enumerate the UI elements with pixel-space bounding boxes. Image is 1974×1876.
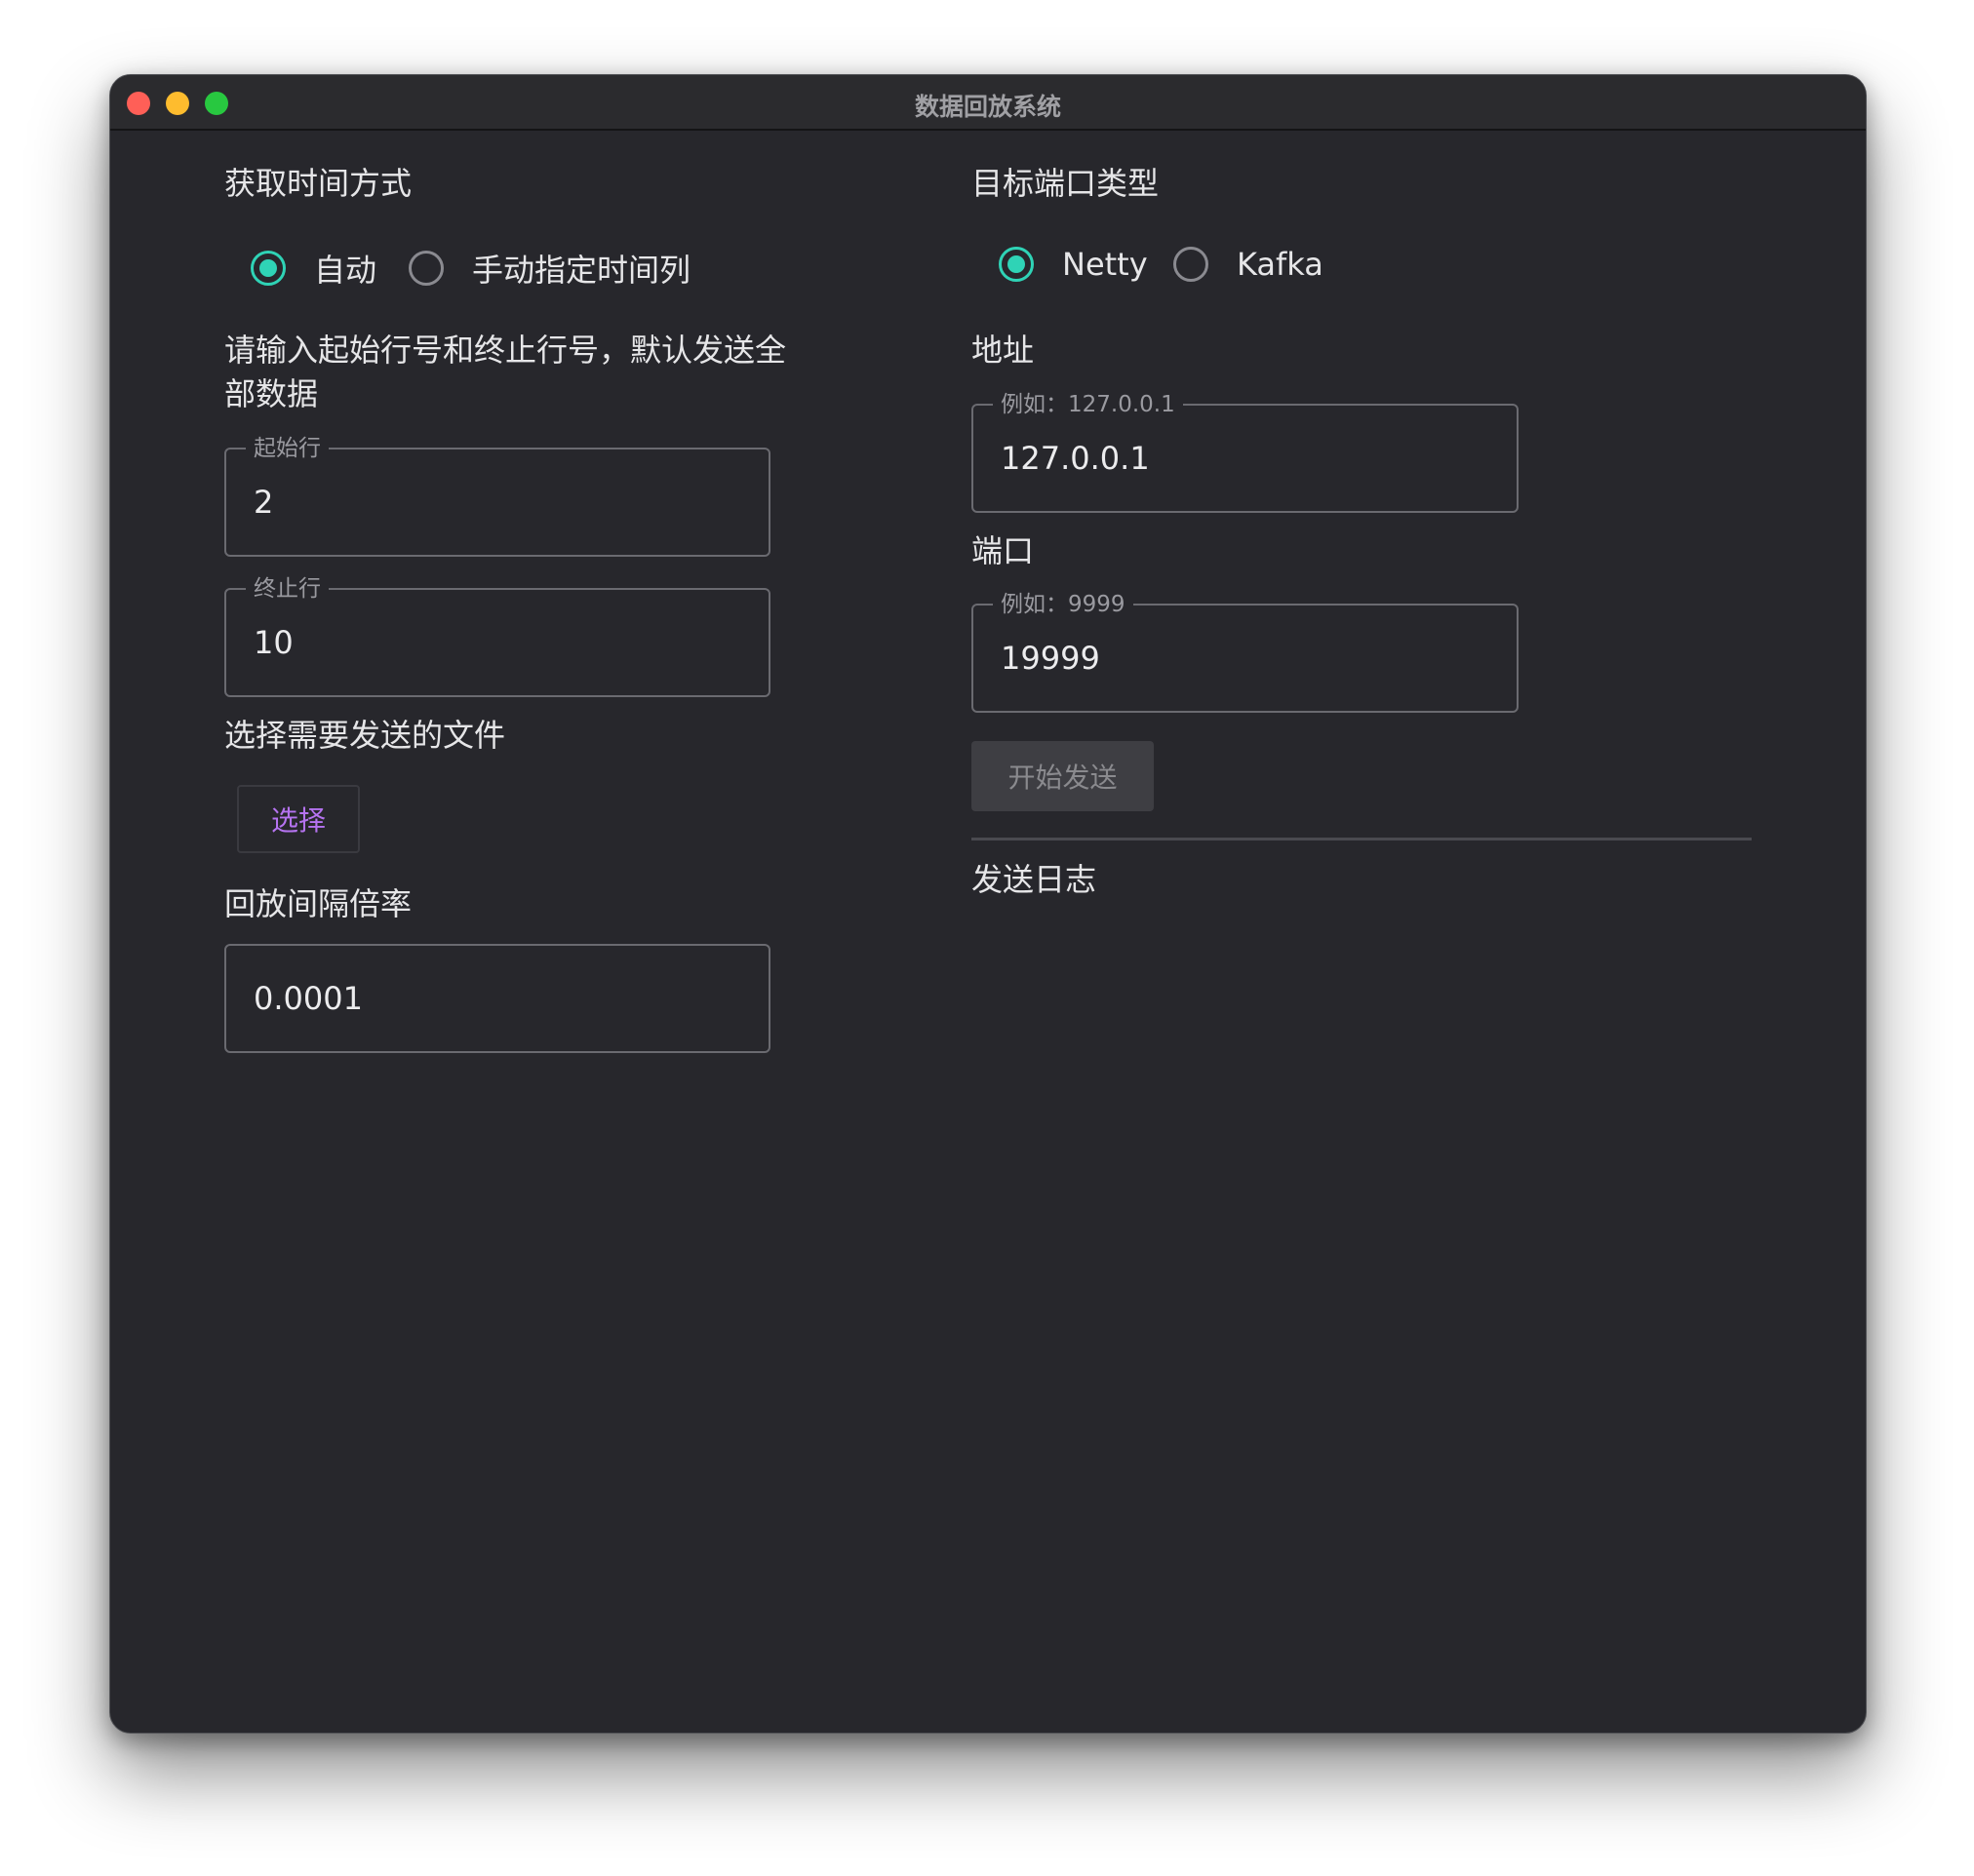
port-input[interactable] [1001, 640, 1497, 677]
rate-field[interactable] [224, 944, 770, 1053]
port-heading: 端口 [971, 532, 1035, 569]
radio-checked-icon [251, 251, 286, 286]
title-bar[interactable]: 数据回放系统 [110, 75, 1866, 131]
end-row-legend: 终止行 [246, 575, 329, 603]
radio-port-kafka-label: Kafka [1237, 246, 1323, 283]
address-legend: 例如：127.0.0.1 [993, 391, 1183, 418]
rate-heading: 回放间隔倍率 [224, 885, 413, 922]
address-input[interactable] [1001, 440, 1497, 477]
radio-time-auto[interactable]: 自动 [251, 246, 376, 291]
address-heading: 地址 [971, 332, 1035, 369]
app-window: 数据回放系统 获取时间方式 自动 手动指定时间列 请输入起始行号和终止行号，默认… [109, 74, 1867, 1734]
rate-input[interactable] [254, 980, 749, 1017]
range-heading-line1: 请输入起始行号和终止行号，默认发送全 [224, 332, 787, 369]
end-row-field[interactable]: 终止行 [224, 575, 770, 697]
file-heading: 选择需要发送的文件 [224, 717, 506, 754]
address-field[interactable]: 例如：127.0.0.1 [971, 391, 1519, 513]
radio-time-manual-label: 手动指定时间列 [472, 252, 691, 289]
start-row-field[interactable]: 起始行 [224, 435, 770, 557]
radio-time-auto-label: 自动 [314, 252, 377, 289]
time-mode-heading: 获取时间方式 [224, 165, 413, 202]
divider [971, 838, 1752, 840]
send-log-area [971, 914, 1752, 1674]
range-heading-line2: 部数据 [224, 375, 319, 412]
select-file-button[interactable]: 选择 [237, 785, 360, 853]
window-title: 数据回放系统 [914, 93, 1061, 121]
start-send-button[interactable]: 开始发送 [971, 741, 1154, 811]
port-field[interactable]: 例如：9999 [971, 591, 1519, 713]
radio-port-netty[interactable]: Netty [999, 246, 1148, 283]
radio-checked-icon [999, 247, 1034, 282]
start-row-input[interactable] [254, 484, 749, 521]
log-heading: 发送日志 [971, 861, 1097, 898]
end-row-input[interactable] [254, 624, 749, 661]
radio-unchecked-icon [1173, 247, 1208, 282]
radio-unchecked-icon [409, 251, 444, 286]
radio-time-manual[interactable]: 手动指定时间列 [409, 246, 691, 291]
radio-port-kafka[interactable]: Kafka [1173, 246, 1323, 283]
radio-port-netty-label: Netty [1062, 246, 1148, 283]
port-type-heading: 目标端口类型 [971, 165, 1160, 202]
start-row-legend: 起始行 [246, 435, 329, 462]
port-legend: 例如：9999 [993, 591, 1133, 618]
